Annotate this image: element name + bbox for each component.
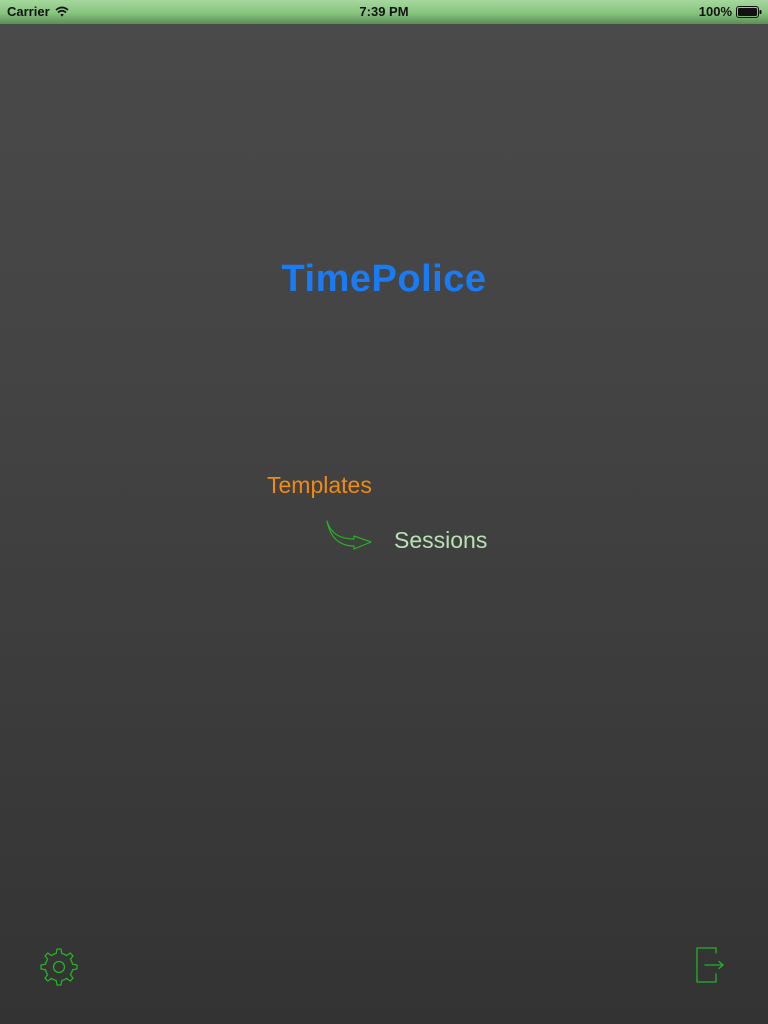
sessions-link[interactable]: Sessions: [394, 527, 487, 554]
status-right: 100%: [699, 4, 762, 19]
curved-arrow-icon: [324, 519, 376, 555]
status-bar: Carrier 7:39 PM 100%: [0, 0, 768, 24]
battery-percent: 100%: [698, 4, 732, 19]
logout-button[interactable]: [692, 945, 728, 985]
settings-button[interactable]: [39, 946, 79, 986]
status-time: 7:39 PM: [359, 4, 409, 19]
app-title: TimePolice: [281, 258, 487, 300]
templates-link[interactable]: Templates: [267, 472, 372, 499]
battery-icon: [736, 5, 762, 18]
logout-icon: [692, 947, 728, 989]
gear-icon: [39, 948, 79, 990]
